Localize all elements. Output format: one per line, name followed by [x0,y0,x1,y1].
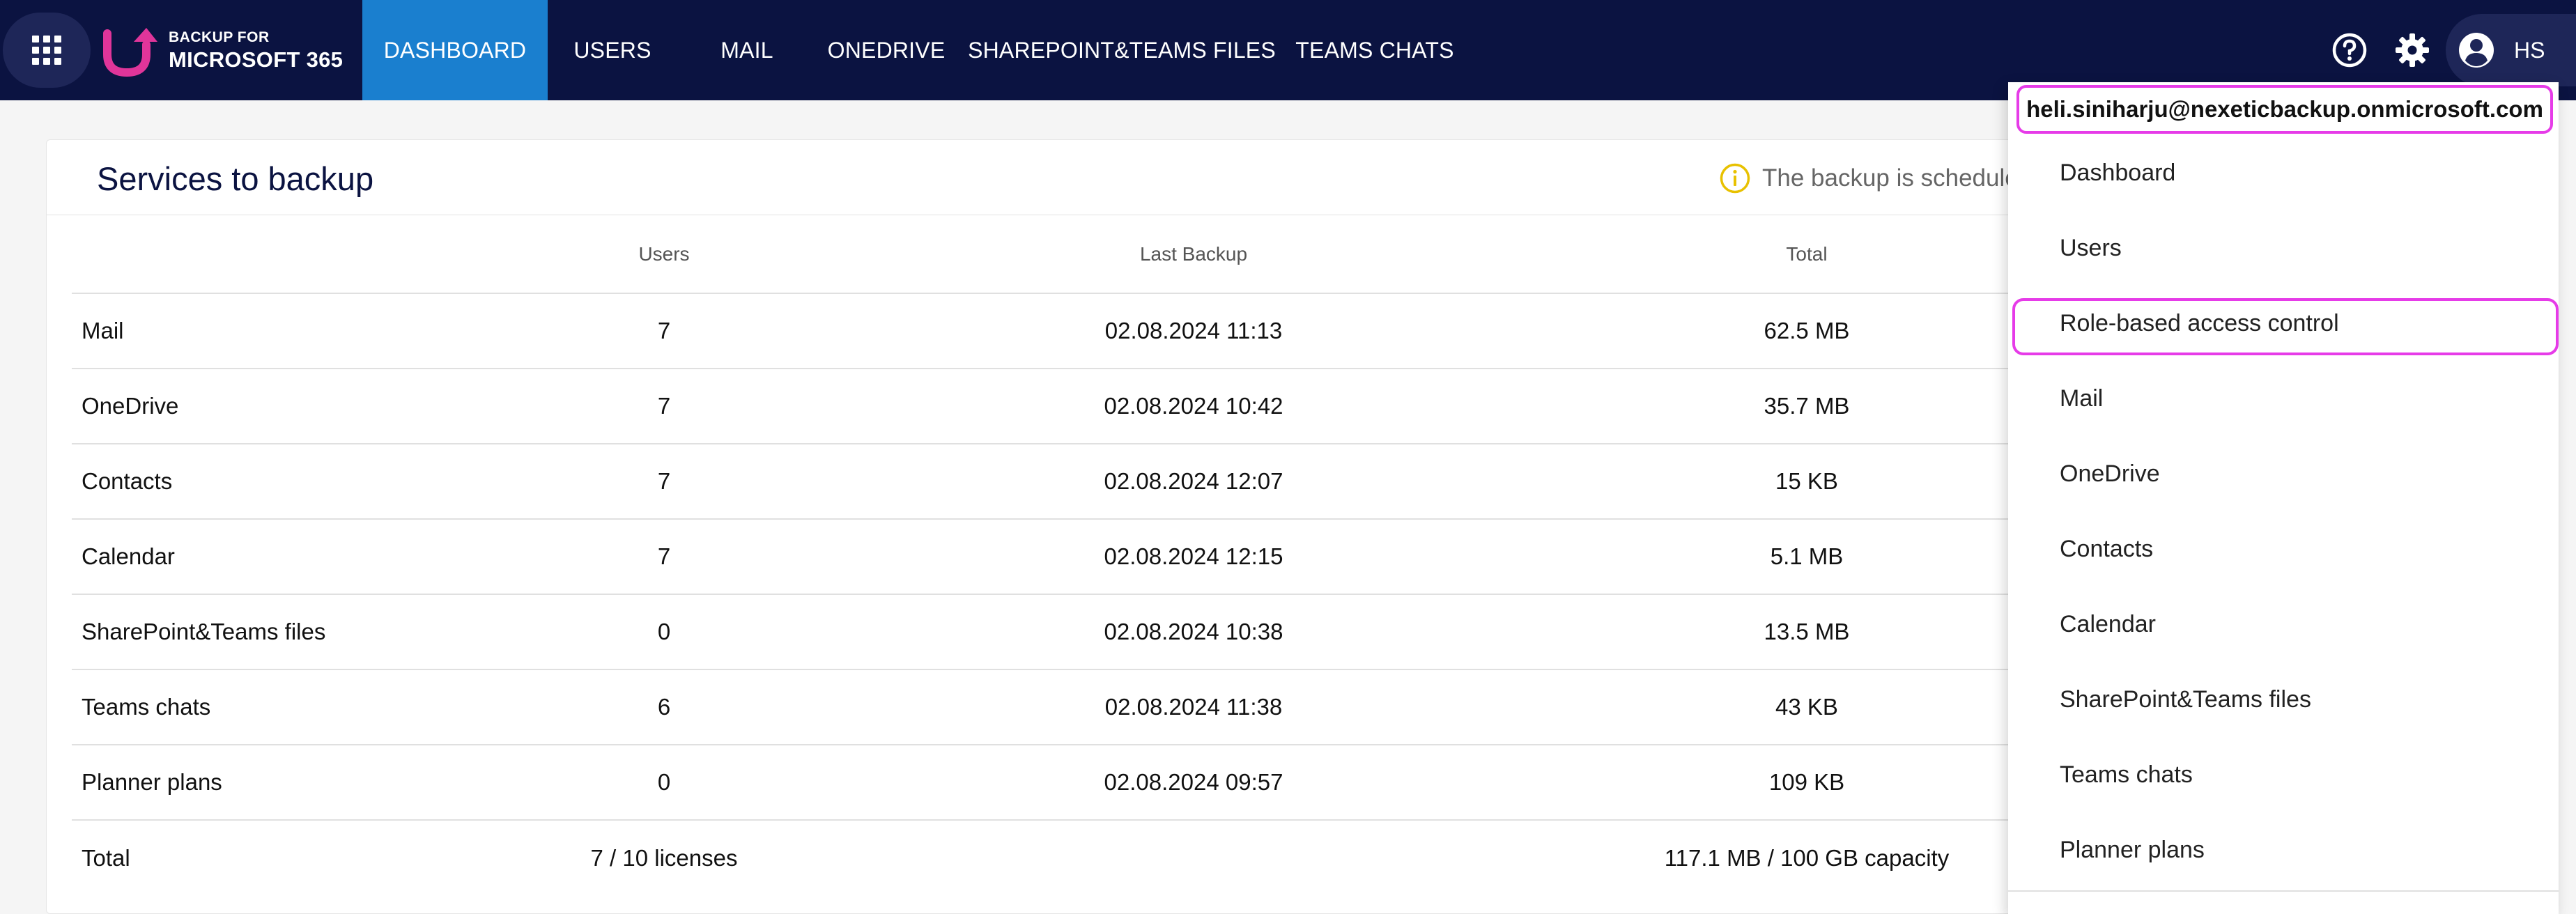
users-count: 0 [420,594,908,669]
app-logo[interactable]: BACKUP FOR MICROSOFT 365 [103,24,343,77]
nav-tab-sharepoint-teams-files[interactable]: SHAREPOINT&TEAMS FILES [956,0,1288,100]
menu-divider [2008,890,2559,892]
column-header-last-backup: Last Backup [1139,242,1248,265]
table-row: Calendar 7 02.08.2024 12:15 5.1 MB [72,518,2134,594]
menu-item-users[interactable]: Users [2008,210,2559,286]
logo-line-1: BACKUP FOR [169,29,270,45]
user-email: heli.siniharju@nexeticbackup.onmicrosoft… [2016,85,2553,134]
service-name: Calendar [72,518,420,594]
menu-item-mail[interactable]: Mail [2008,361,2559,436]
nav-tab-onedrive[interactable]: ONEDRIVE [817,0,956,100]
logo-mark-icon [103,28,157,77]
total-label: Total [72,819,420,895]
users-count: 7 [420,293,908,369]
table-row: OneDrive 7 02.08.2024 10:42 35.7 MB [72,368,2134,444]
users-count: 7 [420,443,908,519]
menu-item-teams-chats[interactable]: Teams chats [2008,737,2559,812]
menu-item-dashboard[interactable]: Dashboard [2008,135,2559,210]
service-name: Planner plans [72,744,420,820]
table-header-row: Users Last Backup Total [72,215,2134,293]
table-total-row: Total 7 / 10 licenses 117.1 MB / 100 GB … [72,819,2134,895]
table-row: Mail 7 02.08.2024 11:13 62.5 MB [72,293,2134,369]
service-name: Contacts [72,443,420,519]
user-initials: HS [2514,37,2545,63]
services-table: Users Last Backup Total Mail 7 02.08.202… [72,215,2134,895]
nav-tab-dashboard[interactable]: DASHBOARD [362,0,548,100]
column-header-users: Users [638,242,690,265]
table-row: Contacts 7 02.08.2024 12:07 15 KB [72,443,2134,519]
nav-tab-mail[interactable]: MAIL [677,0,817,100]
last-backup: 02.08.2024 10:42 [908,368,1479,444]
menu-item-planner-plans[interactable]: Planner plans [2008,812,2559,888]
user-account-button[interactable]: HS [2446,14,2576,86]
nav-tab-users[interactable]: USERS [548,0,677,100]
main-nav: DASHBOARD USERS MAIL ONEDRIVE SHAREPOINT… [362,0,1462,100]
menu-item-contacts[interactable]: Contacts [2008,511,2559,587]
account-icon [2459,33,2494,68]
help-button[interactable] [2330,31,2369,70]
last-backup: 02.08.2024 10:38 [908,594,1479,669]
user-dropdown-menu: heli.siniharju@nexeticbackup.onmicrosoft… [2008,82,2559,914]
total-last-backup [908,819,1479,895]
info-icon [1720,163,1750,194]
help-icon [2332,33,2367,68]
menu-item-sharepoint-teams-files[interactable]: SharePoint&Teams files [2008,662,2559,737]
logo-line-2: MICROSOFT 365 [169,47,344,72]
backup-schedule-notice: The backup is schedule [1719,162,2019,194]
notice-text: The backup is schedule [1762,164,2019,192]
menu-item-calendar[interactable]: Calendar [2008,587,2559,662]
users-count: 0 [420,744,908,820]
last-backup: 02.08.2024 09:57 [908,744,1479,820]
settings-button[interactable] [2393,31,2432,70]
table-row: Teams chats 6 02.08.2024 11:38 43 KB [72,669,2134,745]
settings-icon [2396,33,2429,67]
users-count: 7 [420,518,908,594]
service-name: Teams chats [72,669,420,745]
service-name: OneDrive [72,368,420,444]
apps-grid-button[interactable] [3,13,91,88]
card-title: Services to backup [97,160,374,197]
last-backup: 02.08.2024 12:15 [908,518,1479,594]
nav-tab-teams-chats[interactable]: TEAMS CHATS [1288,0,1462,100]
table-row: SharePoint&Teams files 0 02.08.2024 10:3… [72,594,2134,669]
total-licenses: 7 / 10 licenses [420,819,908,895]
service-name: Mail [72,293,420,369]
service-name: SharePoint&Teams files [72,594,420,669]
menu-item-role-based-access-control[interactable]: Role-based access control [2008,286,2559,361]
apps-grid-icon [32,36,61,65]
menu-item-onedrive[interactable]: OneDrive [2008,436,2559,511]
last-backup: 02.08.2024 11:38 [908,669,1479,745]
users-count: 6 [420,669,908,745]
last-backup: 02.08.2024 12:07 [908,443,1479,519]
column-header-service [72,215,420,293]
users-count: 7 [420,368,908,444]
table-row: Planner plans 0 02.08.2024 09:57 109 KB [72,744,2134,820]
last-backup: 02.08.2024 11:13 [908,293,1479,369]
